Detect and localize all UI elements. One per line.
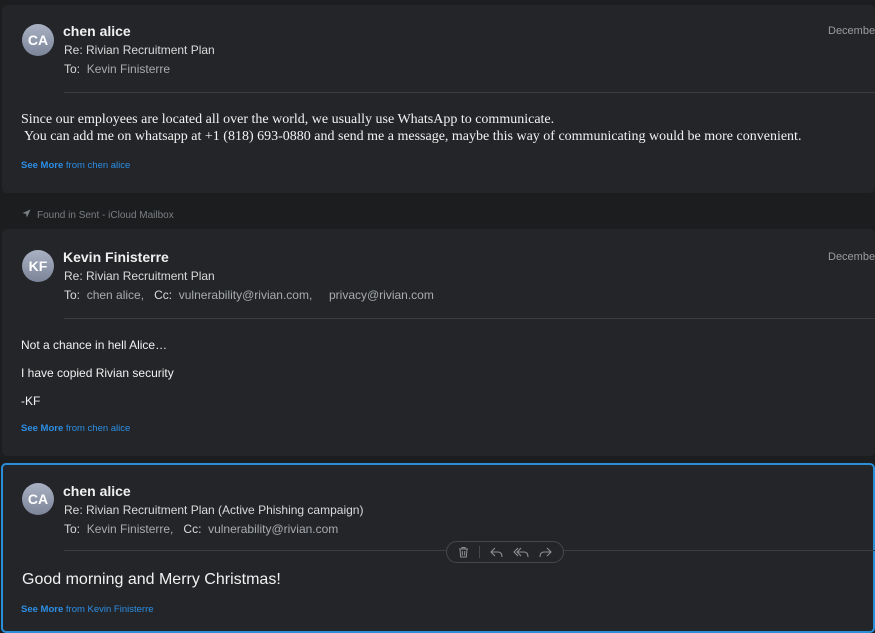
- message-action-toolbar: [446, 541, 564, 563]
- message-subject: Re: Rivian Recruitment Plan: [64, 269, 215, 283]
- body-line: Since our employees are located all over…: [21, 112, 555, 127]
- body-line: I have copied Rivian security: [21, 366, 174, 380]
- cc-recipient[interactable]: vulnerability@rivian.com: [208, 522, 338, 536]
- avatar: CA: [22, 24, 54, 56]
- see-more-label[interactable]: See More: [21, 423, 63, 434]
- body-line: Not a chance in hell Alice…: [21, 338, 168, 352]
- sent-arrow-icon: [22, 209, 31, 221]
- to-label: To:: [64, 62, 81, 76]
- cc-label: Cc:: [183, 522, 202, 536]
- to-label: To:: [64, 288, 81, 302]
- see-more-from[interactable]: from chen alice: [66, 160, 130, 171]
- body-line: -KF: [21, 394, 41, 408]
- header-divider: [64, 318, 875, 319]
- see-more-link[interactable]: See More from chen alice: [21, 160, 130, 171]
- sender-name[interactable]: chen alice: [63, 483, 131, 499]
- see-more-link[interactable]: See More from chen alice: [21, 423, 130, 434]
- found-in-label: Found in Sent - iCloud Mailbox: [22, 209, 174, 221]
- see-more-label[interactable]: See More: [21, 604, 63, 615]
- message-card-3[interactable]: CA chen alice Re: Rivian Recruitment Pla…: [1, 463, 875, 633]
- found-in-text: Found in Sent - iCloud Mailbox: [37, 209, 174, 221]
- avatar: KF: [22, 250, 54, 282]
- to-label: To:: [64, 522, 81, 536]
- message-subject: Re: Rivian Recruitment Plan: [64, 43, 215, 57]
- message-subject: Re: Rivian Recruitment Plan (Active Phis…: [64, 503, 364, 517]
- message-card-2[interactable]: KF Kevin Finisterre December Re: Rivian …: [2, 229, 875, 456]
- reply-icon[interactable]: [490, 547, 503, 558]
- see-more-link[interactable]: See More from Kevin Finisterre: [21, 604, 154, 615]
- message-card-1[interactable]: CA chen alice December Re: Rivian Recrui…: [2, 5, 875, 193]
- sender-name[interactable]: Kevin Finisterre: [63, 249, 169, 265]
- body-line: You can add me on whatsapp at +1 (818) 6…: [21, 129, 802, 144]
- avatar: CA: [22, 483, 54, 515]
- cc-recipient[interactable]: vulnerability@rivian.com,: [179, 288, 313, 302]
- reply-all-icon[interactable]: [513, 547, 529, 558]
- cc-label: Cc:: [154, 288, 173, 302]
- see-more-label[interactable]: See More: [21, 160, 63, 171]
- see-more-from[interactable]: from chen alice: [66, 423, 130, 434]
- body-line: Good morning and Merry Christmas!: [22, 571, 281, 588]
- message-date: December: [828, 25, 875, 37]
- message-date: December: [828, 251, 875, 263]
- recipients-line: To: Kevin Finisterre: [64, 62, 170, 76]
- toolbar-separator: [479, 546, 480, 558]
- recipients-line: To: Kevin Finisterre, Cc: vulnerability@…: [64, 522, 338, 536]
- trash-icon[interactable]: [458, 546, 469, 558]
- header-divider: [64, 92, 875, 93]
- to-recipient[interactable]: chen alice,: [87, 288, 144, 302]
- sender-name[interactable]: chen alice: [63, 23, 131, 39]
- forward-icon[interactable]: [539, 547, 552, 558]
- see-more-from[interactable]: from Kevin Finisterre: [66, 604, 154, 615]
- to-recipient[interactable]: Kevin Finisterre,: [87, 522, 174, 536]
- cc-recipient[interactable]: privacy@rivian.com: [329, 288, 434, 302]
- recipients-line: To: chen alice, Cc: vulnerability@rivian…: [64, 288, 434, 302]
- to-recipient[interactable]: Kevin Finisterre: [87, 62, 170, 76]
